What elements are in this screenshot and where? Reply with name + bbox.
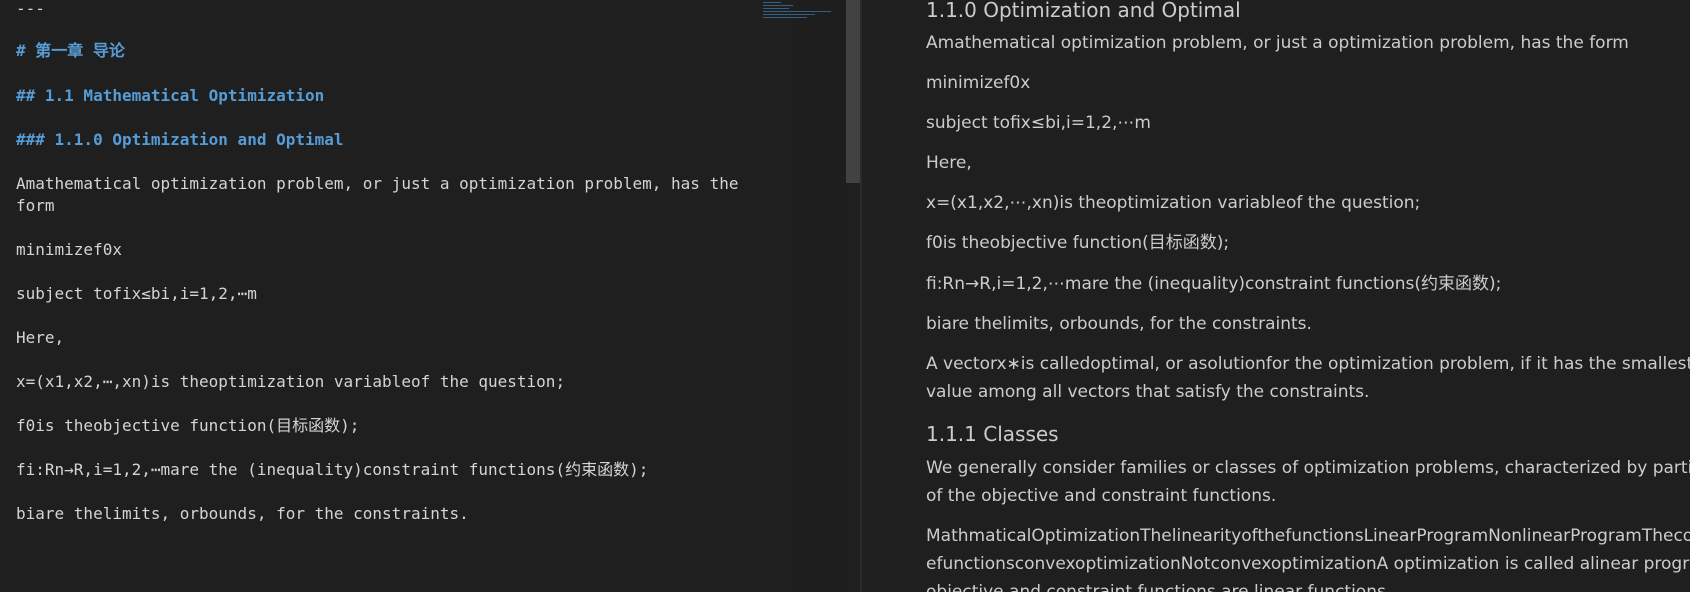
code-line-h2: ## 1.1 Mathematical Optimization: [16, 86, 325, 105]
code-line: subject tofix≤bi,i=1,2,⋯m: [16, 284, 257, 303]
code-line: form: [16, 196, 55, 215]
code-line: Amathematical optimization problem, or j…: [16, 174, 739, 193]
preview-paragraph: Here,: [926, 153, 972, 173]
code-line: f0is theobjective function(目标函数);: [16, 416, 360, 435]
minimap-line: [763, 5, 793, 6]
preview-paragraph: subject tofix≤bi,i=1,2,⋯m: [926, 113, 1151, 133]
code-line: biare thelimits, orbounds, for the const…: [16, 504, 469, 523]
preview-paragraph: minimizef0x: [926, 73, 1031, 93]
minimap-line: [763, 17, 807, 18]
preview-paragraph: f0is theobjective function(目标函数);: [926, 233, 1230, 253]
code-line-frontmatter: ---: [16, 0, 45, 18]
code-line-h3: ### 1.1.0 Optimization and Optimal: [16, 130, 344, 149]
preview-paragraph: value among all vectors that satisfy the…: [926, 382, 1370, 402]
code-line: minimizef0x: [16, 240, 122, 259]
minimap-line: [763, 11, 831, 12]
minimap-line: [763, 2, 781, 3]
minimap-line: [763, 14, 815, 15]
markdown-editor[interactable]: --- # 第一章 导论 ## 1.1 Mathematical Optimiz…: [0, 0, 797, 592]
preview-paragraph: efunctionsconvexoptimizationNotconvexopt…: [926, 554, 1690, 574]
preview-heading-1-1-1: 1.1.1 Classes: [926, 422, 1059, 446]
preview-paragraph: objective and constraint functions are l…: [926, 582, 1386, 592]
minimap[interactable]: [760, 0, 846, 22]
preview-paragraph: x=(x1,x2,⋯,xn)is theoptimization variabl…: [926, 193, 1421, 213]
preview-paragraph: MathmaticalOptimizationThelinearityofthe…: [926, 526, 1690, 546]
code-line-h1: # 第一章 导论: [16, 41, 125, 60]
preview-paragraph: Amathematical optimization problem, or j…: [926, 33, 1629, 53]
preview-paragraph: biare thelimits, orbounds, for the const…: [926, 314, 1312, 334]
code-line: fi:Rn→R,i=1,2,⋯mare the (inequality)cons…: [16, 460, 649, 479]
preview-paragraph: A vectorx∗is calledoptimal, or asolution…: [926, 354, 1690, 374]
preview-heading-1-1-0: 1.1.0 Optimization and Optimal: [926, 0, 1241, 22]
preview-paragraph: We generally consider families or classe…: [926, 458, 1690, 478]
markdown-preview[interactable]: 1.1.0 Optimization and Optimal Amathemat…: [862, 0, 1690, 592]
preview-paragraph: of the objective and constraint function…: [926, 486, 1277, 506]
minimap-line: [763, 8, 789, 9]
editor-scrollbar-thumb[interactable]: [846, 0, 860, 183]
code-line: x=(x1,x2,⋯,xn)is theoptimization variabl…: [16, 372, 566, 391]
code-line: Here,: [16, 328, 65, 347]
preview-paragraph: fi:Rn→R,i=1,2,⋯mare the (inequality)cons…: [926, 274, 1502, 294]
